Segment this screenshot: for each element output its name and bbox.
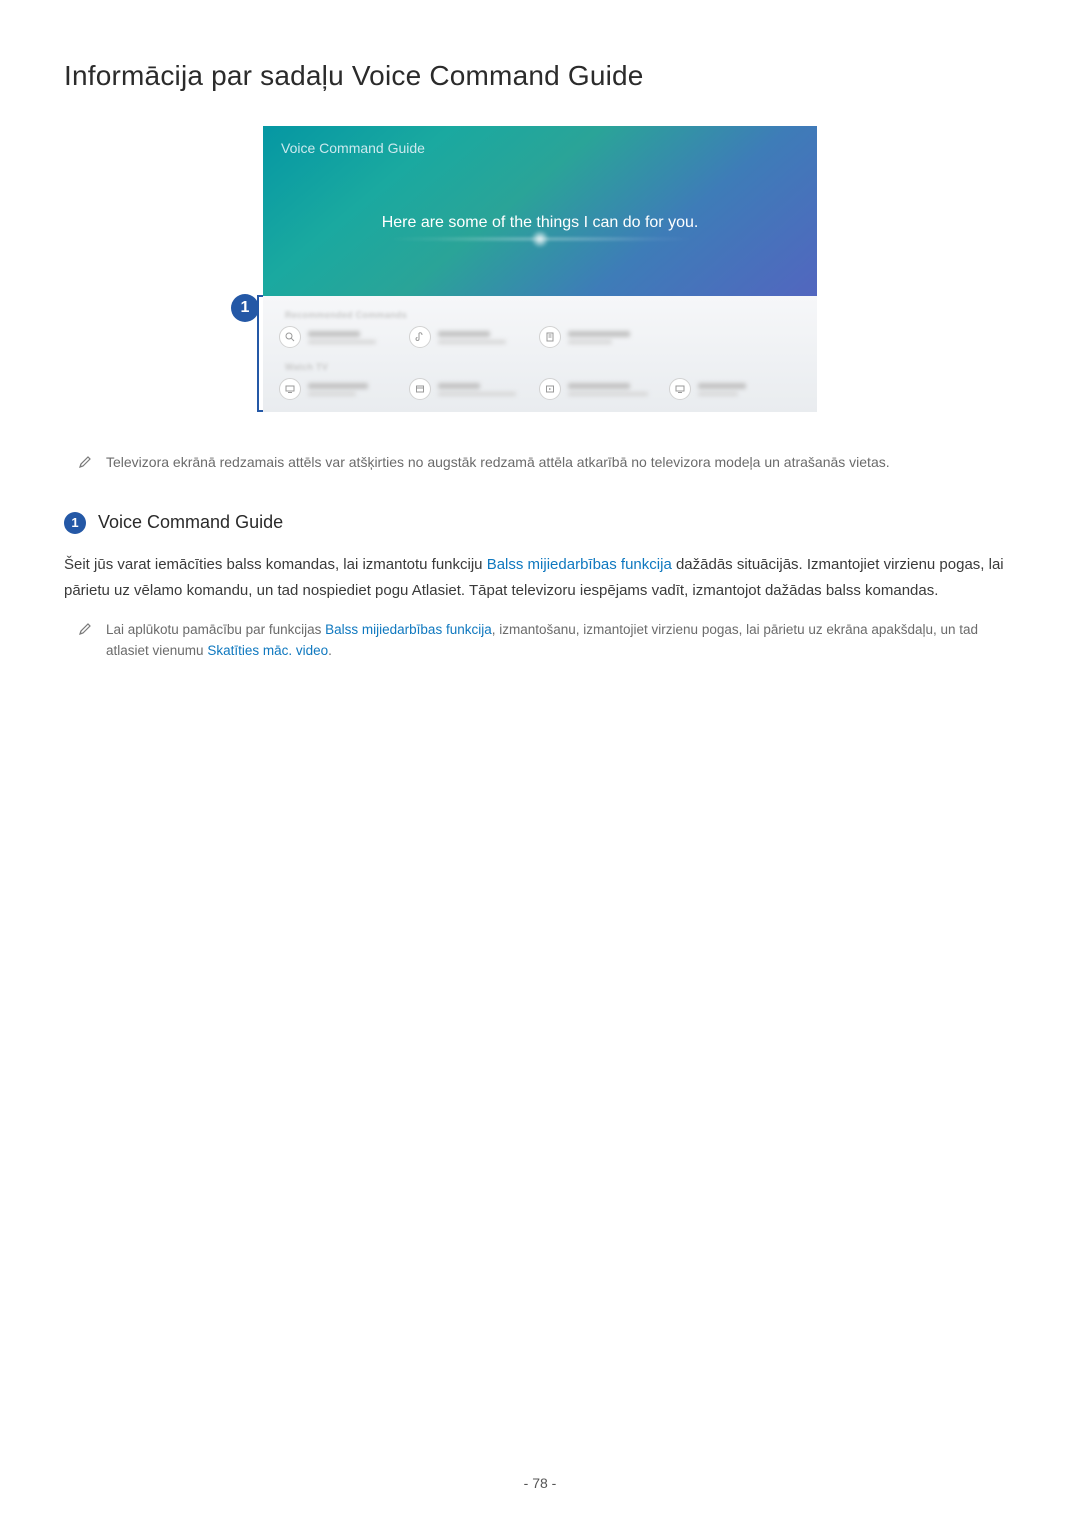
link-text: Balss mijiedarbības funkcija [325,622,492,637]
link-text: Balss mijiedarbības funkcija [487,556,672,573]
command-tile [539,326,659,348]
pencil-icon [78,622,92,662]
command-row [279,378,801,400]
link-text: Skatīties māc. video [207,643,328,658]
blurred-section-label: Watch TV [285,362,801,372]
command-tile [409,378,529,400]
document-icon [539,326,561,348]
command-tile [279,326,399,348]
page-number: - 78 - [0,1475,1080,1491]
note-block: Televizora ekrānā redzamais attēls var a… [78,452,1016,476]
music-note-icon [409,326,431,348]
command-tile [279,378,399,400]
tv-icon [669,378,691,400]
lens-flare [380,238,700,240]
note-block: Lai aplūkotu pamācību par funkcijas Bals… [78,620,1016,662]
tv-screenshot: 1 Voice Command Guide Here are some of t… [263,126,817,412]
command-tile [409,326,529,348]
command-row [279,326,801,348]
tv-icon [279,378,301,400]
command-tile [539,378,659,400]
tv-header-panel: Voice Command Guide Here are some of the… [263,126,817,296]
callout-badge: 1 [231,294,259,322]
callout-badge-inline: 1 [64,512,86,534]
section-title: Voice Command Guide [98,512,283,533]
play-box-icon [539,378,561,400]
calendar-icon [409,378,431,400]
blurred-section-label: Recommended Commands [285,310,801,320]
tv-commands-panel: Recommended Commands [263,296,817,412]
section-header: 1 Voice Command Guide [64,512,1016,534]
command-tile [669,378,746,400]
body-paragraph: Šeit jūs varat iemācīties balss komandas… [64,552,1016,605]
pencil-icon [78,454,92,476]
page-heading: Informācija par sadaļu Voice Command Gui… [64,60,1016,92]
tv-panel-title: Voice Command Guide [281,140,799,156]
note-text: Lai aplūkotu pamācību par funkcijas Bals… [106,620,1016,662]
search-icon [279,326,301,348]
note-text: Televizora ekrānā redzamais attēls var a… [106,452,890,476]
